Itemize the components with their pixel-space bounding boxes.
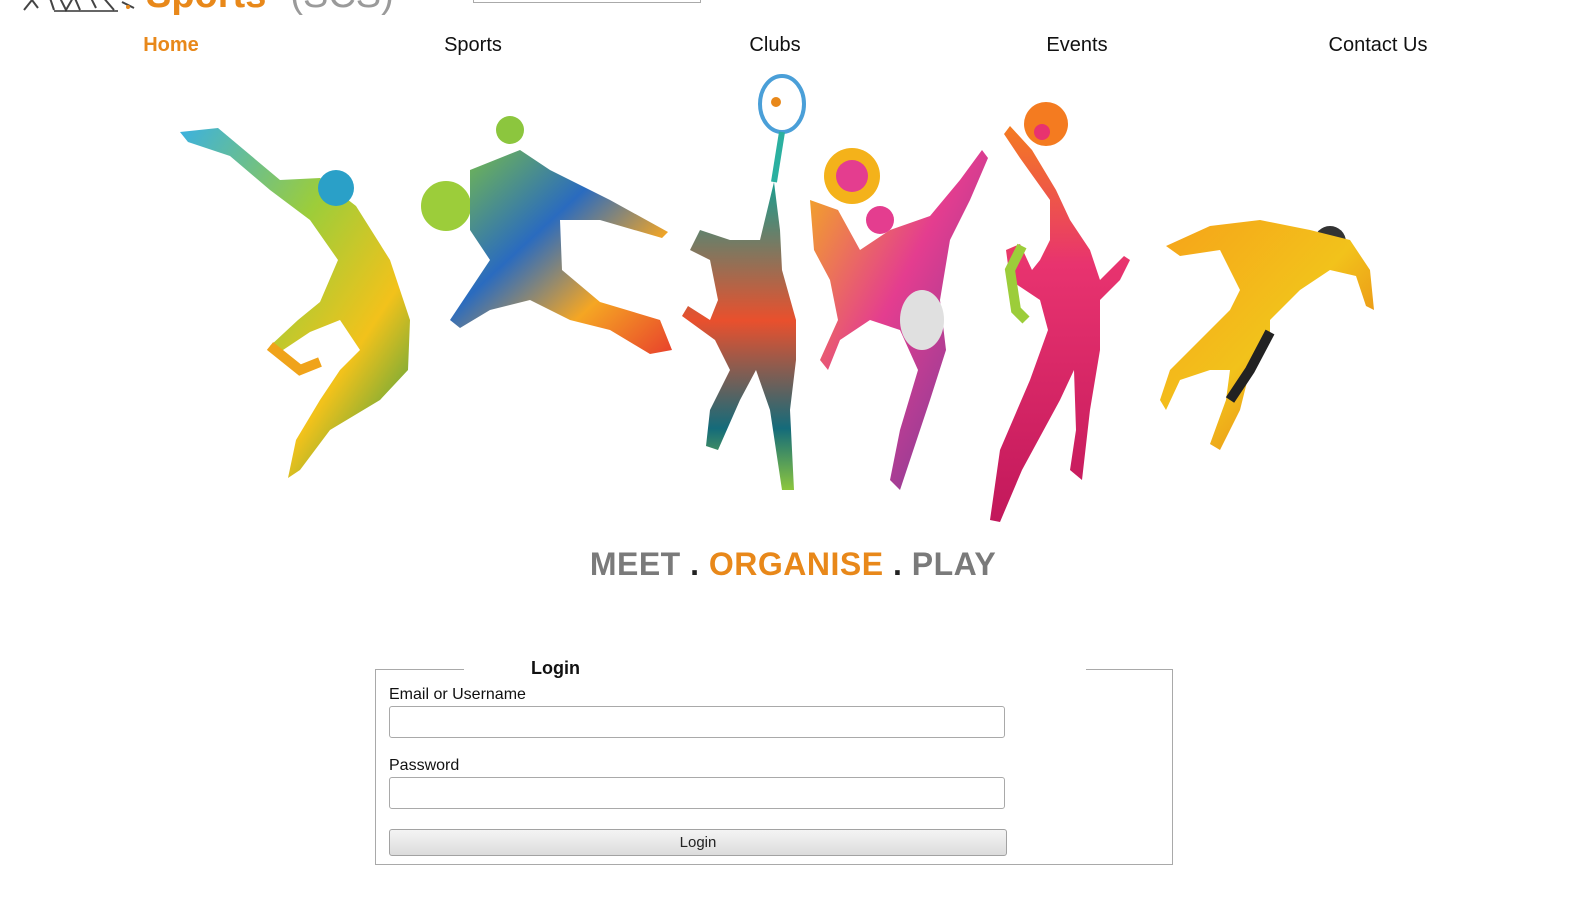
- nav-clubs[interactable]: Clubs: [749, 34, 800, 57]
- tagline: MEET . ORGANISE . PLAY: [0, 546, 1586, 583]
- login-button[interactable]: Login: [389, 829, 1007, 856]
- athlete-6-figure: [1160, 220, 1374, 450]
- tagline-separator: .: [883, 546, 912, 582]
- username-label: Email or Username: [389, 686, 526, 703]
- logo-main-text: Sports: [146, 0, 266, 16]
- athlete-5-figure: [990, 102, 1130, 522]
- username-input[interactable]: [389, 706, 1005, 738]
- tagline-separator: .: [680, 546, 709, 582]
- site-logo-text[interactable]: Sports (SCS): [146, 0, 394, 17]
- athlete-3-figure: [682, 74, 806, 490]
- nav-sports[interactable]: Sports: [444, 34, 502, 57]
- main-nav: Home Sports Clubs Events Contact Us: [0, 34, 1586, 64]
- athlete-2-figure: [419, 116, 672, 354]
- hero-athletes-image: [180, 74, 1374, 522]
- tagline-meet: MEET: [589, 546, 681, 582]
- login-legend: Login: [529, 658, 582, 679]
- athlete-4-figure: [810, 148, 988, 490]
- login-fieldset: Login Email or Username Password Login: [375, 658, 1173, 865]
- site-logo-icon[interactable]: [18, 0, 138, 12]
- athlete-1-figure: [180, 128, 410, 478]
- password-label: Password: [389, 757, 460, 774]
- header-search-input[interactable]: [473, 0, 701, 3]
- logo-sub-text: (SCS): [290, 0, 393, 16]
- password-input[interactable]: [389, 777, 1005, 809]
- nav-home[interactable]: Home: [143, 34, 199, 57]
- tagline-organise: ORGANISE: [708, 546, 884, 582]
- tagline-play: PLAY: [911, 546, 997, 582]
- nav-contact-us[interactable]: Contact Us: [1329, 34, 1428, 57]
- nav-events[interactable]: Events: [1046, 34, 1107, 57]
